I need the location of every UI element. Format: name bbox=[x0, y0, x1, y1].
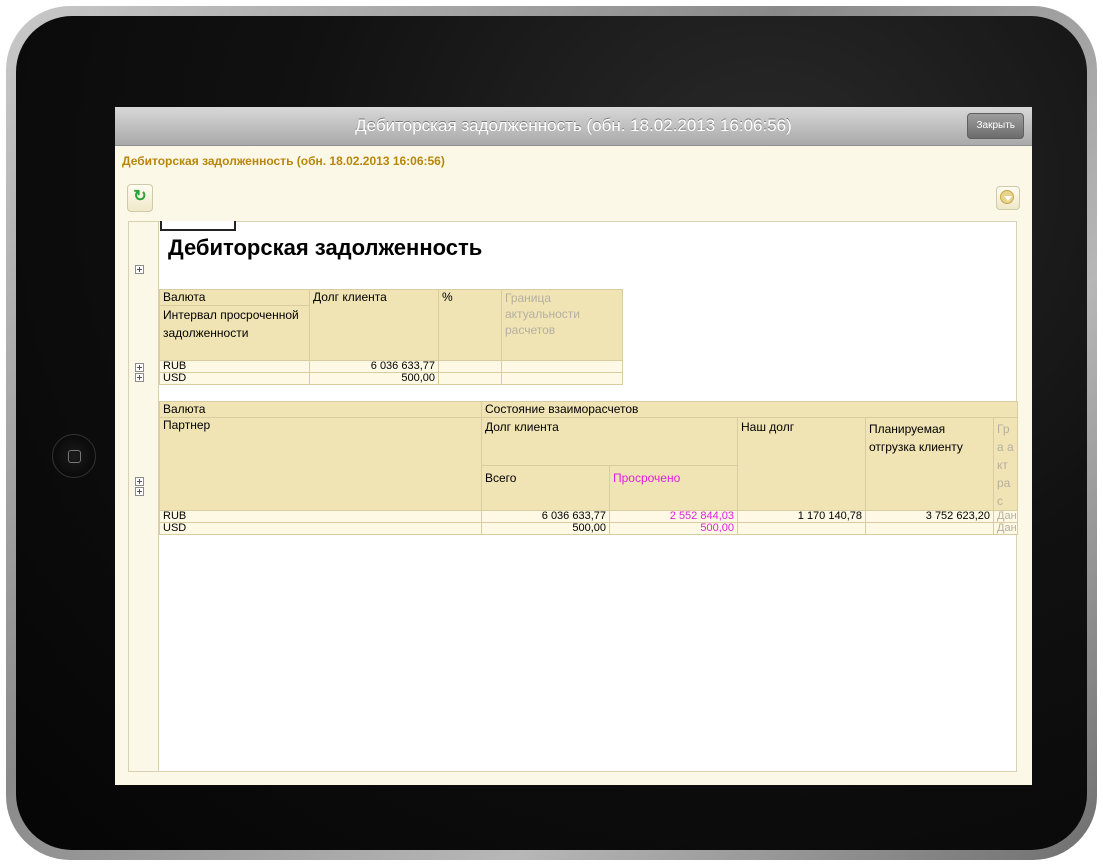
col-header-settlements: Состояние взаиморасчетов bbox=[480, 401, 1019, 418]
cell-boundary: Дан bbox=[992, 510, 1019, 523]
col-header-debt: Долг клиента bbox=[309, 289, 439, 361]
cell-total: 6 036 633,77 bbox=[481, 510, 610, 523]
cell-our-debt bbox=[737, 522, 866, 535]
table-row: USD 500,00 500,00 Дан bbox=[159, 522, 1019, 535]
cell-currency: RUB bbox=[159, 360, 310, 373]
cell-overdue: 2 552 844,03 bbox=[609, 510, 738, 523]
col-header-overdue: Просрочено bbox=[609, 465, 738, 511]
menu-dropdown-icon[interactable] bbox=[996, 186, 1020, 210]
cell-percent bbox=[438, 360, 502, 373]
grouping-gutter bbox=[129, 222, 159, 771]
col-header-currency: Валюта bbox=[159, 401, 482, 418]
table-row: RUB 6 036 633,77 2 552 844,03 1 170 140,… bbox=[159, 510, 1019, 523]
col-header-interval: Интервал просроченной задолженности bbox=[159, 305, 310, 361]
home-button-icon[interactable] bbox=[52, 434, 96, 478]
cell-currency: RUB bbox=[159, 510, 482, 523]
cell-boundary: Дан bbox=[992, 522, 1019, 535]
col-header-planned-shipment: Планируемая отгрузка клиенту bbox=[865, 417, 994, 511]
col-header-total: Всего bbox=[481, 465, 610, 511]
form-caption: Дебиторская задолженность (обн. 18.02.20… bbox=[122, 154, 445, 168]
cell-currency: USD bbox=[159, 522, 482, 535]
cell-boundary bbox=[501, 372, 623, 385]
window-titlebar: Дебиторская задолженность (обн. 18.02.20… bbox=[115, 107, 1032, 146]
cell-planned bbox=[865, 522, 994, 535]
app-screen: Дебиторская задолженность (обн. 18.02.20… bbox=[115, 107, 1032, 785]
expand-icon[interactable] bbox=[135, 373, 144, 382]
report-document: Дебиторская задолженность Валюта Долг кл… bbox=[128, 221, 1019, 772]
col-header-client-debt: Долг клиента bbox=[481, 416, 738, 467]
cell-debt: 6 036 633,77 bbox=[309, 360, 439, 373]
settlements-table: Валюта Состояние взаиморасчетов Партнер … bbox=[159, 401, 1019, 535]
refresh-icon[interactable]: ↻ bbox=[127, 184, 153, 212]
col-header-partner: Партнер bbox=[159, 417, 482, 511]
expand-icon[interactable] bbox=[135, 477, 144, 486]
col-header-currency: Валюта bbox=[159, 289, 310, 306]
table-row: RUB 6 036 633,77 bbox=[159, 360, 623, 373]
col-header-percent: % bbox=[438, 289, 502, 361]
cell-percent bbox=[438, 372, 502, 385]
col-header-boundary-clipped: Гра акт рас bbox=[992, 417, 1019, 511]
col-header-our-debt: Наш долг bbox=[737, 417, 866, 511]
expand-icon[interactable] bbox=[135, 363, 144, 372]
expand-icon[interactable] bbox=[135, 487, 144, 496]
window-title: Дебиторская задолженность (обн. 18.02.20… bbox=[355, 116, 792, 135]
cell-our-debt: 1 170 140,78 bbox=[737, 510, 866, 523]
summary-table: Валюта Долг клиента % Граница актуальнос… bbox=[159, 289, 623, 385]
cell-planned: 3 752 623,20 bbox=[865, 510, 994, 523]
cell-debt: 500,00 bbox=[309, 372, 439, 385]
cell-currency: USD bbox=[159, 372, 310, 385]
cell-total: 500,00 bbox=[481, 522, 610, 535]
cell-boundary bbox=[501, 360, 623, 373]
cell-overdue: 500,00 bbox=[609, 522, 738, 535]
table-row: USD 500,00 bbox=[159, 372, 623, 385]
col-header-boundary: Граница актуальности расчетов bbox=[501, 289, 623, 361]
expand-icon[interactable] bbox=[135, 265, 144, 274]
report-title: Дебиторская задолженность bbox=[168, 235, 483, 260]
selected-cell-marker bbox=[160, 221, 236, 231]
close-button[interactable]: Закрыть bbox=[967, 113, 1024, 139]
